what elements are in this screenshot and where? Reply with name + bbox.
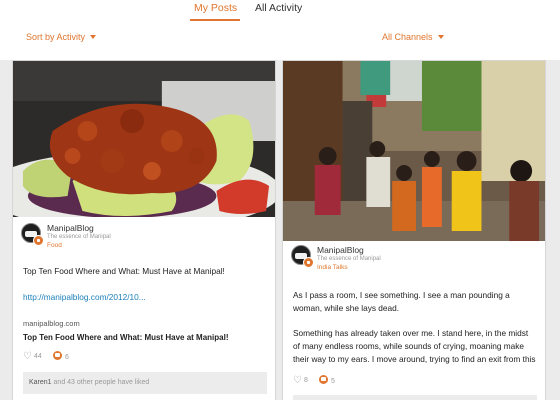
liked-by-bar[interactable] [293,395,537,400]
channel-badge-icon [33,235,44,246]
tab-all-activity[interactable]: All Activity [255,2,302,14]
sort-dropdown-label: Sort by Activity [26,32,86,42]
liked-by-bar[interactable]: Karen1 and 43 other people have liked [23,372,267,394]
like-count: 8 [303,377,308,384]
liked-by-text: and 43 other people have liked [53,379,150,386]
like-stat: ♡ 8 [293,375,308,386]
comment-icon[interactable] [319,375,328,384]
link-preview-domain: manipalblog.com [23,319,80,328]
like-count: 44 [33,353,42,360]
comment-icon[interactable] [53,351,62,360]
author-tagline: The essence of Manipal [317,256,381,262]
post-category[interactable]: India Talks [317,264,348,271]
like-stat: ♡ 44 [23,351,42,362]
chevron-down-icon [90,35,97,39]
post-text-paragraph: As I pass a room, I see something. I see… [293,290,510,313]
active-tab-underline [190,19,240,21]
tab-my-posts[interactable]: My Posts [194,2,237,14]
post-card: ManipalBlog The essence of Manipal India… [282,60,546,400]
channel-badge-icon [303,257,314,268]
chevron-down-icon [437,35,444,39]
post-card: ManipalBlog The essence of Manipal Food … [12,60,276,400]
author-tagline: The essence of Manipal [47,234,111,240]
post-category[interactable]: Food [47,242,62,249]
top-bar: My Posts All Activity Sort by Activity A… [0,0,560,60]
comment-count: 6 [65,354,69,361]
channels-dropdown[interactable]: All Channels [382,32,444,42]
heart-icon[interactable]: ♡ [23,351,32,362]
channels-dropdown-label: All Channels [382,32,433,42]
post-link[interactable]: http://manipalblog.com/2012/10... [23,292,146,302]
author-name[interactable]: ManipalBlog [47,223,94,233]
liked-by-name[interactable]: Karen1 [29,379,52,386]
author-name[interactable]: ManipalBlog [317,245,364,255]
post-text: Top Ten Food Where and What: Must Have a… [23,266,225,276]
comment-stat: 5 [319,375,335,385]
comment-stat: 6 [53,351,69,361]
sort-dropdown[interactable]: Sort by Activity [26,32,97,42]
post-text-paragraph: Something has already taken over me. I s… [293,328,536,364]
post-image-street[interactable] [283,61,545,241]
link-preview-title[interactable]: Top Ten Food Where and What: Must Have a… [23,333,267,344]
post-image-food[interactable] [13,61,275,217]
heart-icon[interactable]: ♡ [293,375,302,386]
comment-count: 5 [331,378,335,385]
